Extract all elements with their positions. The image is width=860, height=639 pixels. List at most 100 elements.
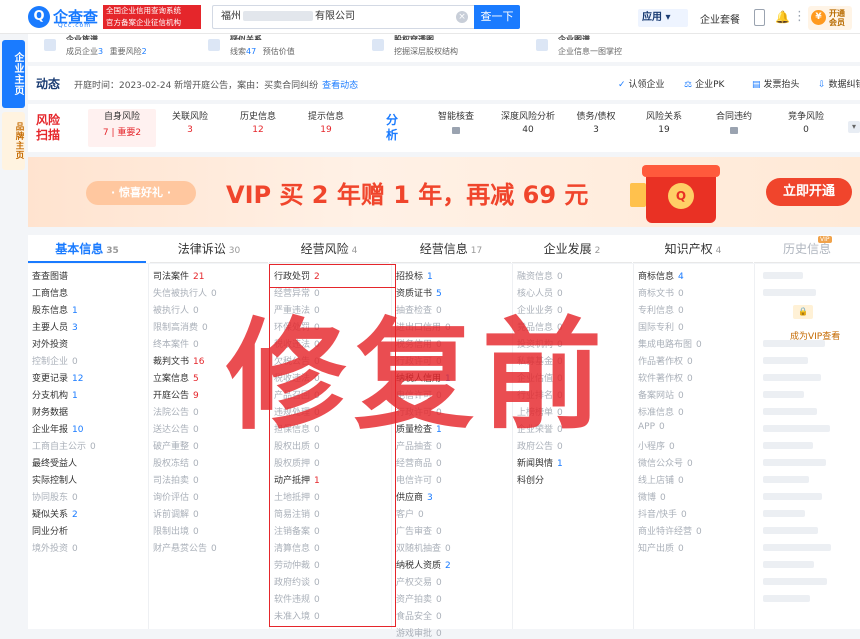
list-item[interactable]: 财务数据 bbox=[32, 405, 68, 418]
list-item[interactable]: 最终受益人 bbox=[32, 456, 77, 469]
become-vip-link[interactable]: 成为VIP查看 bbox=[790, 329, 840, 342]
list-item[interactable]: 法院公告 0 bbox=[153, 405, 199, 418]
list-item[interactable]: 分支机构 1 bbox=[32, 388, 78, 401]
app-menu-button[interactable]: 应用 ▾ bbox=[638, 9, 688, 27]
analysis-item-contract[interactable]: 合同违约 bbox=[704, 109, 764, 147]
list-item[interactable]: 限制高消费 0 bbox=[153, 320, 208, 333]
risk-item-self[interactable]: 自身风险 7 | 重要2 bbox=[88, 109, 156, 147]
list-item[interactable]: 开庭公告 9 bbox=[153, 388, 199, 401]
risk-item-related[interactable]: 关联风险 3 bbox=[156, 109, 224, 147]
sidebar-tab-enterprise-home[interactable]: 企业主页 bbox=[2, 40, 25, 108]
phone-icon[interactable] bbox=[754, 9, 765, 26]
clear-icon[interactable]: × bbox=[456, 11, 468, 23]
list-item[interactable]: 境外投资 0 bbox=[32, 541, 78, 554]
tab-basic-info[interactable]: 基本信息 35 bbox=[28, 235, 146, 263]
search-input[interactable]: 福州 有限公司 bbox=[212, 5, 474, 29]
list-item[interactable]: 财产悬赏公告 0 bbox=[153, 541, 217, 554]
vip-promo-banner[interactable]: · 惊喜好礼 · VIP 买 2 年赠 1 年，再减 69 元 Q 立即开通 bbox=[28, 157, 860, 227]
list-item[interactable]: 微博 0 bbox=[638, 490, 666, 503]
list-item[interactable]: 疑似关系 2 bbox=[32, 507, 78, 520]
list-item[interactable]: 终本案件 0 bbox=[153, 337, 199, 350]
list-item[interactable]: 破产重整 0 bbox=[153, 439, 199, 452]
analysis-item-deep-risk[interactable]: 深度风险分析 40 bbox=[490, 109, 566, 147]
enterprise-package-link[interactable]: 企业套餐 bbox=[700, 11, 740, 26]
list-item[interactable]: 同业分析 bbox=[32, 524, 68, 537]
claim-company-button[interactable]: ✓ 认领企业 bbox=[618, 77, 665, 90]
list-item[interactable]: 商业特许经营 0 bbox=[638, 524, 702, 537]
company-pk-button[interactable]: ⚖ 企业PK bbox=[684, 77, 724, 90]
list-item[interactable]: 裁判文书 16 bbox=[153, 354, 204, 367]
list-item[interactable]: 双随机抽查 0 bbox=[396, 541, 451, 554]
list-item[interactable]: 被执行人 0 bbox=[153, 303, 199, 316]
tab-operation-risk[interactable]: 经营风险 4 bbox=[269, 235, 389, 263]
invoice-title-button[interactable]: ▤ 发票抬头 bbox=[752, 77, 800, 90]
list-item[interactable]: 送达公告 0 bbox=[153, 422, 199, 435]
summary-card-graph[interactable]: 企业图谱 企业信息一图掌控 bbox=[536, 34, 696, 62]
list-item[interactable]: 国际专利 0 bbox=[638, 320, 684, 333]
list-item[interactable]: 产权交易 0 bbox=[396, 575, 442, 588]
open-vip-button[interactable]: ¥ 开通 会员 bbox=[808, 6, 852, 30]
analysis-item-smart-check[interactable]: 智能核查 bbox=[426, 109, 486, 147]
list-item[interactable]: 广告审查 0 bbox=[396, 524, 442, 537]
list-item[interactable]: 股东信息 1 bbox=[32, 303, 78, 316]
list-item[interactable]: 标准信息 0 bbox=[638, 405, 684, 418]
list-item[interactable]: 商标文书 0 bbox=[638, 286, 684, 299]
tab-ip[interactable]: 知识产权 4 bbox=[633, 235, 753, 263]
list-item[interactable]: 工商信息 bbox=[32, 286, 68, 299]
list-item[interactable]: 控制企业 0 bbox=[32, 354, 78, 367]
sidebar-tab-brand-home[interactable]: 品牌主页 bbox=[2, 112, 25, 170]
list-item[interactable]: 纳税人资质 2 bbox=[396, 558, 451, 571]
list-item[interactable]: 资产拍卖 0 bbox=[396, 592, 442, 605]
list-item[interactable]: 抖音/快手 0 bbox=[638, 507, 687, 520]
list-item[interactable]: 作品著作权 0 bbox=[638, 354, 693, 367]
list-item[interactable]: 供应商 3 bbox=[396, 490, 433, 503]
list-item[interactable]: 工商自主公示 0 bbox=[32, 439, 96, 452]
list-item[interactable]: 知产出质 0 bbox=[638, 541, 684, 554]
list-item[interactable]: 电信许可 0 bbox=[396, 473, 442, 486]
list-item[interactable]: 游戏审批 0 bbox=[396, 626, 442, 639]
list-item[interactable]: 经营商品 0 bbox=[396, 456, 442, 469]
list-item[interactable]: 新闻舆情 1 bbox=[517, 456, 563, 469]
list-item[interactable]: 备案网站 0 bbox=[638, 388, 684, 401]
list-item[interactable]: 软件著作权 0 bbox=[638, 371, 693, 384]
list-item[interactable]: 司法拍卖 0 bbox=[153, 473, 199, 486]
list-item[interactable]: 协同股东 0 bbox=[32, 490, 78, 503]
logo-icon[interactable]: Q bbox=[28, 6, 50, 28]
expand-icon[interactable]: ▾ bbox=[848, 121, 860, 133]
list-item[interactable]: 企业年报 10 bbox=[32, 422, 83, 435]
list-item[interactable]: 微信公众号 0 bbox=[638, 456, 693, 469]
summary-card-suspected[interactable]: 疑似关系 线索47 预估价值 bbox=[208, 34, 368, 62]
view-dynamics-link[interactable]: 查看动态 bbox=[322, 81, 358, 91]
list-item[interactable]: 食品安全 0 bbox=[396, 609, 442, 622]
list-item[interactable]: 询价评估 0 bbox=[153, 490, 199, 503]
analysis-item-competition[interactable]: 竞争风险 0 bbox=[776, 109, 836, 147]
list-item[interactable]: 对外投资 bbox=[32, 337, 68, 350]
list-item[interactable]: 商标信息 4 bbox=[638, 269, 684, 282]
list-item[interactable]: 实际控制人 bbox=[32, 473, 77, 486]
list-item[interactable]: 变更记录 12 bbox=[32, 371, 83, 384]
settings-icon[interactable]: ⋮ bbox=[793, 9, 806, 24]
list-item[interactable]: 主要人员 3 bbox=[32, 320, 78, 333]
search-button[interactable]: 查一下 bbox=[474, 5, 520, 29]
list-item[interactable]: 诉前调解 0 bbox=[153, 507, 199, 520]
risk-item-hint[interactable]: 提示信息 19 bbox=[292, 109, 360, 147]
open-now-button[interactable]: 立即开通 bbox=[766, 178, 852, 206]
list-item[interactable]: 立案信息 5 bbox=[153, 371, 199, 384]
summary-card-equity[interactable]: 股权穿透图 挖掘深层股权结构 bbox=[372, 34, 532, 62]
summary-card-family[interactable]: 企业族谱 成员企业3 重要风险2 bbox=[44, 34, 204, 62]
list-item[interactable]: APP 0 bbox=[638, 422, 665, 432]
list-item[interactable]: 小程序 0 bbox=[638, 439, 675, 452]
list-item[interactable]: 股权冻结 0 bbox=[153, 456, 199, 469]
list-item[interactable]: 线上店铺 0 bbox=[638, 473, 684, 486]
tab-operation-info[interactable]: 经营信息 17 bbox=[391, 235, 511, 263]
tab-history[interactable]: 历史信息 bbox=[754, 235, 860, 263]
list-item[interactable]: 司法案件 21 bbox=[153, 269, 204, 282]
bell-icon[interactable]: 🔔 bbox=[775, 10, 790, 24]
data-correction-button[interactable]: ⇩数据纠错 bbox=[818, 77, 860, 90]
list-item[interactable]: 失信被执行人 0 bbox=[153, 286, 217, 299]
list-item[interactable]: 限制出境 0 bbox=[153, 524, 199, 537]
list-item[interactable]: 科创分 bbox=[517, 473, 544, 486]
list-item[interactable]: 客户 0 bbox=[396, 507, 424, 520]
list-item[interactable]: 集成电路布图 0 bbox=[638, 337, 702, 350]
analysis-item-debt[interactable]: 债务/债权 3 bbox=[566, 109, 626, 147]
